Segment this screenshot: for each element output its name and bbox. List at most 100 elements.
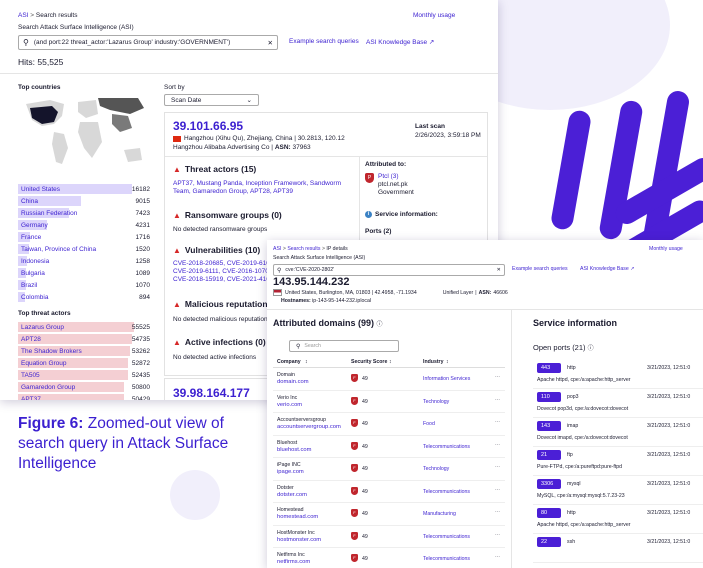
more-options-icon[interactable]: ⋯	[495, 419, 500, 425]
more-options-icon[interactable]: ⋯	[495, 397, 500, 403]
company-name: iPage INC	[277, 462, 301, 468]
table-row[interactable]: Netfirms Inc netfirms.com F 49 Telecommunica…	[273, 548, 505, 568]
industry[interactable]: Food	[423, 421, 435, 427]
threat-actors-list[interactable]: APT37, Mustang Panda, Inception Framewor…	[173, 180, 353, 196]
more-options-icon[interactable]: ⋯	[495, 442, 500, 448]
help-icon[interactable]: ⓘ	[377, 322, 383, 328]
country-name: Taiwan, Province of China	[21, 245, 97, 253]
world-map[interactable]	[20, 92, 150, 174]
table-row[interactable]: Bluehost bluehost.com F 49 Telecommunication…	[273, 436, 505, 458]
example-queries-link[interactable]: Example search queries	[289, 38, 359, 45]
port-row[interactable]: 22 ssh 3/21/2023, 12:51:0	[533, 534, 703, 563]
port-row[interactable]: 21 ftp 3/21/2023, 12:51:0 Pure-FTPd, cpe:/a…	[533, 447, 703, 476]
vulns-title: Vulnerabilities (10)	[184, 245, 261, 255]
sort-icon[interactable]: ↕	[389, 359, 392, 365]
port-row[interactable]: 3306 mysql 3/21/2023, 12:51:0 MySQL, cpe:/a…	[533, 476, 703, 505]
search-box[interactable]: ⚲ cve:'CVE-2020-2802' ✕	[273, 264, 505, 276]
monthly-usage-link[interactable]: Monthly usage	[413, 12, 455, 19]
table-row[interactable]: Dotster dotster.com F 49 Telecommunications ⋯	[273, 481, 505, 503]
table-row[interactable]: HostMonster Inc hostmonster.com F 49 Telecom…	[273, 526, 505, 548]
actor-row[interactable]: The Shadow Brokers 53262	[18, 345, 150, 357]
search-box[interactable]: ⚲ (and port:22 threat_actor:'Lazarus Gro…	[18, 35, 278, 50]
vulns-list[interactable]: CVE-2018-20685, CVE-2019-6109, ... CVE-2…	[173, 260, 286, 284]
actor-count: 53262	[131, 347, 150, 355]
actor-row[interactable]: Lazarus Group 55525	[18, 321, 150, 333]
country-row[interactable]: Colombia 894	[18, 291, 150, 303]
more-options-icon[interactable]: ⋯	[495, 464, 500, 470]
more-options-icon[interactable]: ⋯	[495, 532, 500, 538]
shield-icon: F	[351, 374, 358, 382]
clear-icon[interactable]: ✕	[268, 39, 273, 47]
company-domain[interactable]: accountservergroup.com	[277, 424, 341, 430]
breadcrumb-search-results[interactable]: Search results	[287, 246, 320, 252]
ip-asn-label: ASN:	[478, 289, 492, 296]
warning-icon: ▲	[173, 164, 181, 174]
sort-select[interactable]: Scan Date ⌄	[164, 94, 259, 106]
ports-title: Ports (2)	[365, 228, 392, 235]
port-row[interactable]: 143 imap 3/21/2023, 12:51:0 Dovecot imapd, …	[533, 418, 703, 447]
port-row[interactable]: 80 http 3/21/2023, 12:51:0 Apache httpd, cp…	[533, 505, 703, 534]
attributed-entity[interactable]: P Ptcl (3) ptcl.net.pk Government	[365, 173, 414, 197]
country-row[interactable]: France 1716	[18, 231, 150, 243]
clear-icon[interactable]: ✕	[497, 267, 501, 273]
table-row[interactable]: Domain domain.com F 49 Information Services ⋯	[273, 368, 505, 391]
table-row[interactable]: Homestead homestead.com F 49 Manufacturing ⋯	[273, 503, 505, 526]
company-domain[interactable]: hostmonster.com	[277, 537, 321, 543]
industry[interactable]: Information Services	[423, 376, 470, 382]
country-count: 9015	[135, 197, 150, 205]
col-company[interactable]: Company	[277, 359, 301, 365]
result-1-ip[interactable]: 39.101.66.95	[173, 119, 243, 133]
company-domain[interactable]: homestead.com	[277, 514, 318, 520]
breadcrumb-asi[interactable]: ASI	[18, 12, 28, 19]
sort-icon[interactable]: ↕	[305, 359, 308, 365]
country-row[interactable]: Bulgaria 1089	[18, 267, 150, 279]
example-queries-link[interactable]: Example search queries	[512, 266, 568, 272]
more-options-icon[interactable]: ⋯	[495, 509, 500, 515]
more-options-icon[interactable]: ⋯	[495, 487, 500, 493]
domains-search-box[interactable]: ⚲ Search	[289, 340, 399, 352]
actor-row[interactable]: APT28 54735	[18, 333, 150, 345]
company-domain[interactable]: verio.com	[277, 402, 302, 408]
breadcrumb-asi[interactable]: ASI	[273, 246, 281, 252]
industry[interactable]: Technology	[423, 466, 449, 472]
table-row[interactable]: Accountserversgroup accountservergroup.co…	[273, 413, 505, 436]
industry[interactable]: Technology	[423, 399, 449, 405]
country-row[interactable]: United States 16182	[18, 183, 150, 195]
industry[interactable]: Manufacturing	[423, 511, 456, 517]
industry[interactable]: Telecommunications	[423, 444, 470, 450]
country-row[interactable]: Indonesia 1258	[18, 255, 150, 267]
result-2-ip[interactable]: 39.98.164.177	[173, 386, 250, 400]
country-row[interactable]: China 9015	[18, 195, 150, 207]
table-row[interactable]: iPage INC ipage.com F 49 Technology ⋯	[273, 458, 505, 481]
shield-icon: F	[351, 509, 358, 517]
industry[interactable]: Telecommunications	[423, 489, 470, 495]
country-row[interactable]: Germany 4231	[18, 219, 150, 231]
monthly-usage-link[interactable]: Monthly usage	[649, 246, 683, 252]
industry[interactable]: Telecommunications	[423, 534, 470, 540]
warning-icon: ▲	[173, 210, 181, 220]
port-row[interactable]: 110 pop3 3/21/2023, 12:51:0 Dovecot pop3d, …	[533, 389, 703, 418]
company-domain[interactable]: netfirms.com	[277, 559, 310, 565]
col-industry[interactable]: Industry	[423, 359, 443, 365]
knowledge-base-link[interactable]: ASI Knowledge Base ↗	[580, 266, 635, 272]
col-score[interactable]: Security Score	[351, 359, 387, 365]
country-row[interactable]: Russian Federation 7423	[18, 207, 150, 219]
sort-icon[interactable]: ↕	[446, 359, 449, 365]
company-domain[interactable]: bluehost.com	[277, 447, 311, 453]
actor-row[interactable]: Equation Group 52872	[18, 357, 150, 369]
actor-row[interactable]: APT37 50429	[18, 393, 150, 400]
country-row[interactable]: Brazil 1070	[18, 279, 150, 291]
more-options-icon[interactable]: ⋯	[495, 554, 500, 560]
table-row[interactable]: Verio Inc verio.com F 49 Technology ⋯	[273, 391, 505, 413]
port-row[interactable]: 443 http 3/21/2023, 12:51:0 Apache httpd, c…	[533, 360, 703, 389]
actor-row[interactable]: Gamaredon Group 50800	[18, 381, 150, 393]
more-options-icon[interactable]: ⋯	[495, 374, 500, 380]
knowledge-base-link[interactable]: ASI Knowledge Base ↗	[366, 38, 434, 46]
actor-row[interactable]: TA505 52435	[18, 369, 150, 381]
help-icon[interactable]: ⓘ	[588, 346, 594, 352]
country-row[interactable]: Taiwan, Province of China 1520	[18, 243, 150, 255]
company-domain[interactable]: domain.com	[277, 379, 309, 385]
company-domain[interactable]: dotster.com	[277, 492, 307, 498]
industry[interactable]: Telecommunications	[423, 556, 470, 562]
company-domain[interactable]: ipage.com	[277, 469, 304, 475]
